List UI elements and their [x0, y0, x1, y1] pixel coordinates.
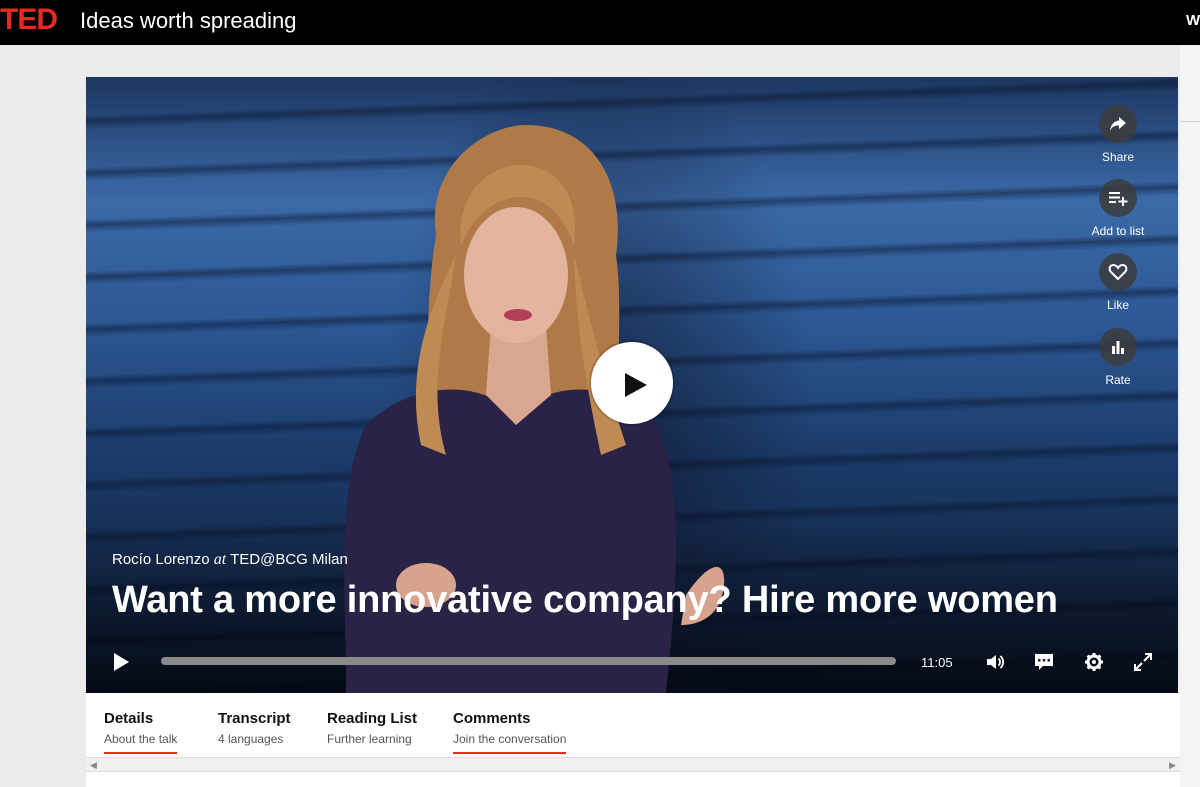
ted-logo[interactable]: TED [0, 4, 58, 36]
volume-icon[interactable] [985, 652, 1005, 672]
big-play-button[interactable] [591, 342, 673, 424]
tab-transcript-subtitle: 4 languages [218, 732, 284, 746]
fullscreen-icon[interactable] [1133, 652, 1153, 672]
share-action[interactable]: Share [1078, 105, 1158, 164]
at-word: at [213, 551, 227, 568]
duration-label: 11:05 [921, 655, 953, 670]
tab-reading-list-subtitle: Further learning [327, 732, 412, 746]
right-page-strip [1180, 45, 1200, 787]
heart-icon [1099, 253, 1137, 291]
captions-icon[interactable] [1034, 652, 1054, 672]
play-icon[interactable] [114, 653, 129, 671]
like-label: Like [1106, 298, 1129, 312]
tab-details-title: Details [104, 710, 154, 727]
add-to-list-label: Add to list [1091, 224, 1145, 238]
tab-transcript[interactable]: Transcript 4 languages [218, 710, 291, 746]
content-below [86, 771, 1180, 787]
event-name[interactable]: TED@BCG Milan [230, 551, 348, 568]
tab-details-underline [104, 752, 178, 754]
bar-chart-icon [1099, 328, 1137, 366]
tab-comments-subtitle: Join the conversation [453, 732, 567, 746]
rate-label: Rate [1105, 373, 1131, 387]
settings-icon[interactable] [1084, 652, 1104, 672]
tab-reading-list[interactable]: Reading List Further learning [327, 710, 417, 746]
tab-comments-underline [453, 752, 567, 754]
tab-transcript-title: Transcript [218, 710, 291, 727]
playlist-add-icon [1099, 179, 1137, 217]
horizontal-scrollbar[interactable]: ◀ ▶ [86, 757, 1180, 771]
share-label: Share [1101, 150, 1135, 164]
progress-bar[interactable] [161, 657, 896, 665]
tagline: Ideas worth spreading [80, 8, 297, 33]
like-action[interactable]: Like [1078, 253, 1158, 312]
add-to-list-action[interactable]: Add to list [1078, 179, 1158, 238]
tab-reading-list-title: Reading List [327, 710, 418, 727]
talk-tabs: Details About the talk Transcript 4 lang… [86, 693, 1180, 757]
tab-comments-title: Comments [453, 710, 531, 727]
share-icon [1099, 105, 1137, 143]
tab-details-subtitle: About the talk [104, 732, 178, 746]
speaker-name[interactable]: Rocío Lorenzo [112, 551, 210, 568]
tab-comments[interactable]: Comments Join the conversation [453, 710, 567, 754]
video-player[interactable]: Share Add to list Like Rate Rocío Lorenz… [86, 77, 1178, 693]
right-divider [1180, 121, 1200, 122]
scroll-right-arrow-icon[interactable]: ▶ [1169, 760, 1176, 771]
tab-details[interactable]: Details About the talk [104, 710, 178, 754]
top-header: TED Ideas worth spreading W... [0, 0, 1200, 45]
rate-action[interactable]: Rate [1078, 328, 1158, 387]
scroll-left-arrow-icon[interactable]: ◀ [90, 760, 97, 771]
play-icon [625, 373, 647, 397]
header-corner-text[interactable]: W... [1186, 12, 1200, 30]
speaker-event-line: Rocío Lorenzo at TED@BCG Milan [112, 551, 348, 569]
talk-title: Want a more innovative company? Hire mor… [112, 579, 1058, 621]
